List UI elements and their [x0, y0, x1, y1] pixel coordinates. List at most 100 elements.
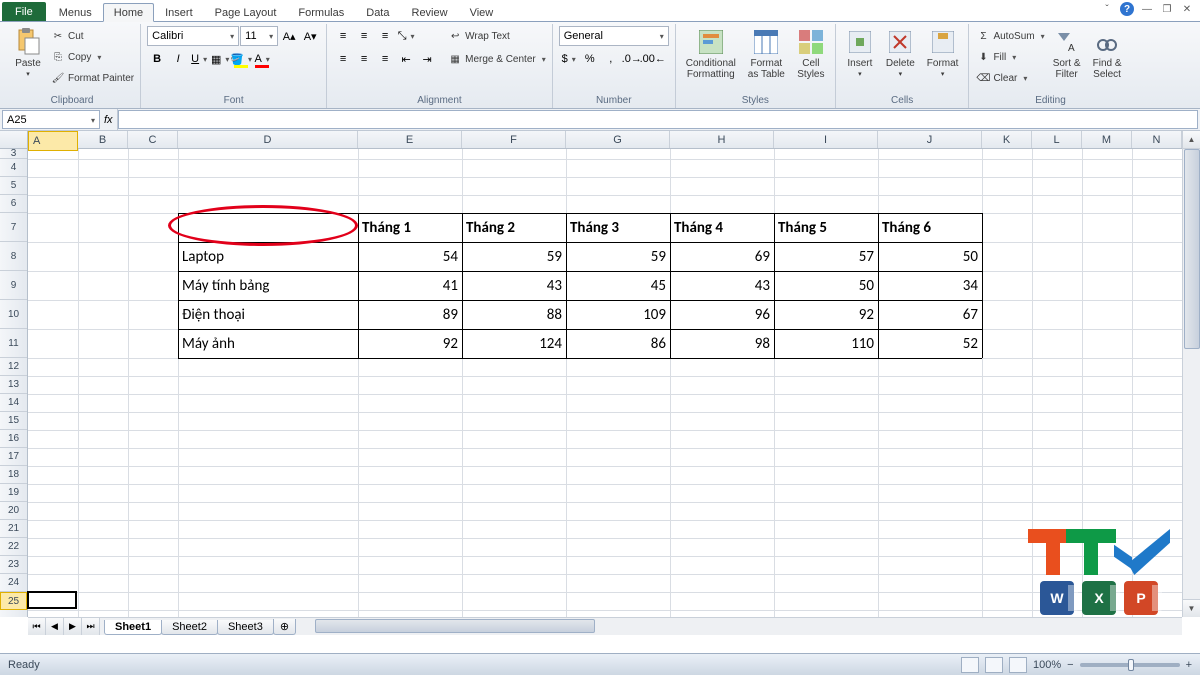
tab-page-layout[interactable]: Page Layout — [204, 3, 288, 21]
format-cells-button[interactable]: Format▾ — [923, 26, 963, 81]
italic-button[interactable]: I — [168, 49, 188, 69]
row-header-24[interactable]: 24 — [0, 574, 27, 592]
sheet-nav-last-icon[interactable]: ⏭ — [82, 618, 100, 635]
column-header-D[interactable]: D — [178, 131, 358, 148]
delete-cells-button[interactable]: Delete▾ — [882, 26, 919, 81]
tab-insert[interactable]: Insert — [154, 3, 204, 21]
column-header-F[interactable]: F — [462, 131, 566, 148]
help-icon[interactable]: ? — [1120, 2, 1134, 16]
row-header-7[interactable]: 7 — [0, 213, 27, 242]
row-header-11[interactable]: 11 — [0, 329, 27, 358]
sheet-tab-new[interactable]: ⊕ — [273, 619, 296, 635]
fill-color-button[interactable]: 🪣 — [231, 49, 251, 69]
vscroll-thumb[interactable] — [1184, 149, 1200, 349]
font-color-button[interactable]: A — [252, 49, 272, 69]
column-header-E[interactable]: E — [358, 131, 462, 148]
cell-H7[interactable]: Tháng 4 — [670, 213, 774, 242]
formula-input[interactable] — [118, 110, 1198, 129]
column-header-K[interactable]: K — [982, 131, 1032, 148]
cell-E7[interactable]: Tháng 1 — [358, 213, 462, 242]
cell-F7[interactable]: Tháng 2 — [462, 213, 566, 242]
wrap-text-button[interactable]: ↩Wrap Text — [447, 26, 546, 46]
number-format-select[interactable]: General — [559, 26, 669, 46]
autosum-button[interactable]: ΣAutoSum — [975, 26, 1044, 46]
row-header-10[interactable]: 10 — [0, 300, 27, 329]
fx-icon[interactable]: fx — [104, 114, 113, 126]
column-header-M[interactable]: M — [1082, 131, 1132, 148]
tab-file[interactable]: File — [2, 2, 46, 21]
scroll-up-icon[interactable]: ▲ — [1183, 131, 1200, 149]
cell-G9[interactable]: 45 — [566, 271, 670, 300]
tab-review[interactable]: Review — [401, 3, 459, 21]
name-box[interactable]: A25 — [2, 110, 100, 129]
tab-data[interactable]: Data — [355, 3, 400, 21]
cell-H8[interactable]: 69 — [670, 242, 774, 271]
column-header-H[interactable]: H — [670, 131, 774, 148]
align-center-icon[interactable]: ≡ — [354, 49, 374, 69]
tab-home[interactable]: Home — [103, 3, 154, 22]
decrease-decimal-icon[interactable]: .00← — [643, 49, 663, 69]
row-header-17[interactable]: 17 — [0, 448, 27, 466]
row-header-22[interactable]: 22 — [0, 538, 27, 556]
spreadsheet-grid[interactable]: ABCDEFGHIJKLMN 3456789101112131415161718… — [0, 131, 1200, 635]
row-header-12[interactable]: 12 — [0, 358, 27, 376]
cell-H9[interactable]: 43 — [670, 271, 774, 300]
tab-menus[interactable]: Menus — [48, 3, 103, 21]
sheet-nav-prev-icon[interactable]: ◀ — [46, 618, 64, 635]
row-header-6[interactable]: 6 — [0, 195, 27, 213]
cell-F10[interactable]: 88 — [462, 300, 566, 329]
view-normal-icon[interactable] — [961, 657, 979, 673]
window-close-icon[interactable]: ✕ — [1180, 2, 1194, 16]
cell-G11[interactable]: 86 — [566, 329, 670, 358]
cell-I8[interactable]: 57 — [774, 242, 878, 271]
decrease-indent-icon[interactable]: ⇤ — [396, 49, 416, 69]
cell-E10[interactable]: 89 — [358, 300, 462, 329]
cell-I10[interactable]: 92 — [774, 300, 878, 329]
row-header-14[interactable]: 14 — [0, 394, 27, 412]
horizontal-scrollbar[interactable] — [315, 618, 1182, 635]
clear-button[interactable]: ⌫Clear — [975, 68, 1044, 88]
orientation-icon[interactable]: ⤡ — [396, 26, 416, 46]
column-header-I[interactable]: I — [774, 131, 878, 148]
row-header-18[interactable]: 18 — [0, 466, 27, 484]
format-as-table-button[interactable]: Format as Table — [744, 26, 789, 82]
decrease-font-icon[interactable]: A▾ — [300, 26, 320, 46]
percent-format-icon[interactable]: % — [580, 49, 600, 69]
font-size-select[interactable]: 11 — [240, 26, 278, 46]
merge-center-button[interactable]: ▦Merge & Center — [447, 49, 546, 69]
cut-button[interactable]: ✂Cut — [50, 26, 134, 46]
row-header-20[interactable]: 20 — [0, 502, 27, 520]
hscroll-thumb[interactable] — [315, 619, 595, 633]
sheet-tab-3[interactable]: Sheet3 — [217, 620, 274, 635]
column-header-B[interactable]: B — [78, 131, 128, 148]
column-header-N[interactable]: N — [1132, 131, 1182, 148]
vertical-scrollbar[interactable]: ▲ ▼ — [1182, 131, 1200, 617]
cell-E8[interactable]: 54 — [358, 242, 462, 271]
tab-view[interactable]: View — [459, 3, 505, 21]
row-header-3[interactable]: 3 — [0, 149, 27, 159]
ribbon-minimize-icon[interactable]: ˇ — [1100, 2, 1114, 16]
cell-J9[interactable]: 34 — [878, 271, 982, 300]
row-header-15[interactable]: 15 — [0, 412, 27, 430]
cell-D11[interactable]: Máy ảnh — [178, 329, 358, 358]
increase-indent-icon[interactable]: ⇥ — [417, 49, 437, 69]
cell-I7[interactable]: Tháng 5 — [774, 213, 878, 242]
align-right-icon[interactable]: ≡ — [375, 49, 395, 69]
sheet-tab-1[interactable]: Sheet1 — [104, 620, 162, 635]
row-header-21[interactable]: 21 — [0, 520, 27, 538]
comma-format-icon[interactable]: , — [601, 49, 621, 69]
row-header-19[interactable]: 19 — [0, 484, 27, 502]
tab-formulas[interactable]: Formulas — [287, 3, 355, 21]
column-header-A[interactable]: A — [28, 131, 78, 151]
cell-styles-button[interactable]: Cell Styles — [793, 26, 829, 82]
align-middle-icon[interactable]: ≡ — [354, 26, 374, 46]
cell-J8[interactable]: 50 — [878, 242, 982, 271]
cell-G8[interactable]: 59 — [566, 242, 670, 271]
cell-I9[interactable]: 50 — [774, 271, 878, 300]
align-left-icon[interactable]: ≡ — [333, 49, 353, 69]
cell-G10[interactable]: 109 — [566, 300, 670, 329]
cell-J7[interactable]: Tháng 6 — [878, 213, 982, 242]
cell-I11[interactable]: 110 — [774, 329, 878, 358]
paste-button[interactable]: Paste ▾ — [10, 26, 46, 81]
select-all-corner[interactable] — [0, 131, 28, 148]
